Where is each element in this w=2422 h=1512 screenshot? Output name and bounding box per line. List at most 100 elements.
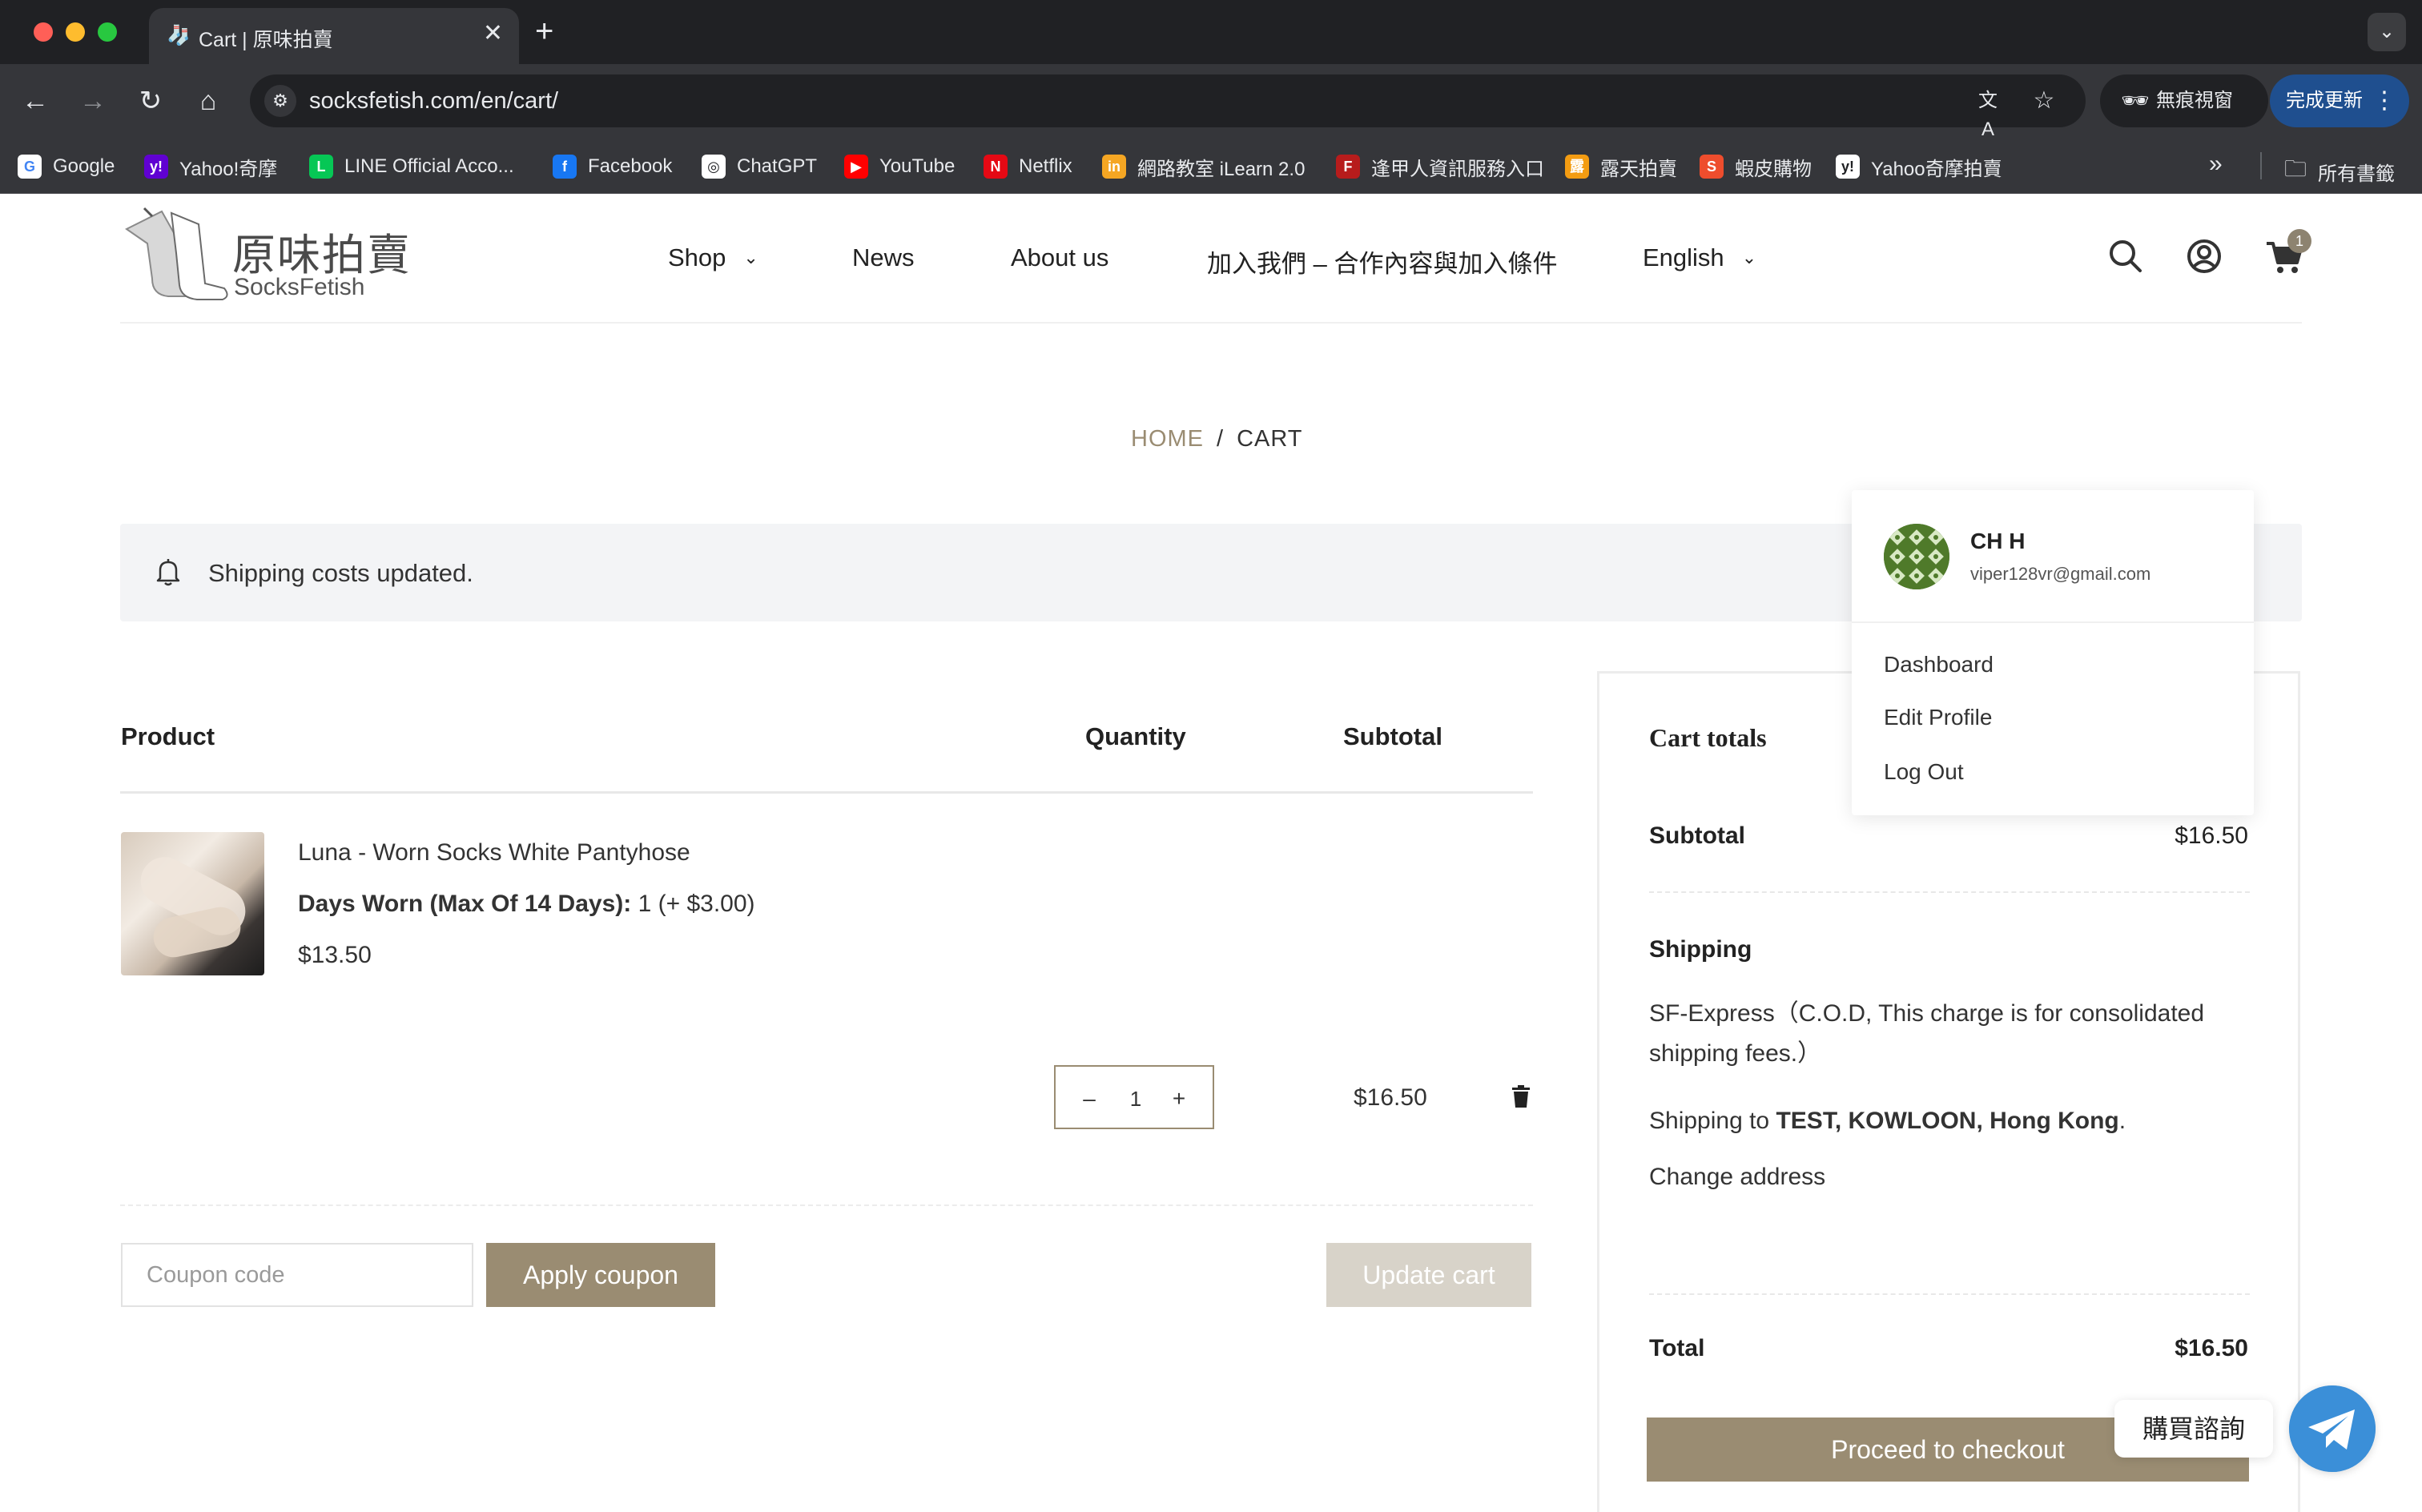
bookmark-item[interactable]: L LINE Official Acco... — [309, 154, 514, 179]
menu-item-dashboard[interactable]: Dashboard — [1884, 652, 1994, 678]
quantity-stepper: – 1 + — [1054, 1065, 1214, 1129]
bookmarks-bar: » 🗀 所有書籤 G Google y! Yahoo!奇摩 L LINE Official… — [0, 138, 2422, 194]
bookmark-label: Facebook — [588, 155, 673, 177]
quantity-input[interactable]: 1 — [1104, 1083, 1168, 1115]
browser-toolbar: ← → ↻ ⌂ ⚙ socksfetish.com/en/cart/ 文A ☆ … — [0, 64, 2422, 140]
shipping-to-prefix: Shipping to — [1649, 1108, 1770, 1134]
search-icon[interactable] — [2106, 237, 2145, 275]
breadcrumb-home[interactable]: HOME — [1131, 426, 1204, 452]
shipping-destination: Shipping to TEST, KOWLOON, Hong Kong. — [1649, 1108, 2126, 1135]
line-icon: L — [309, 155, 333, 179]
bookmark-item[interactable]: f Facebook — [553, 154, 672, 179]
bookmark-label: YouTube — [879, 155, 956, 177]
ilearn-icon: in — [1102, 155, 1126, 179]
menu-item-edit-profile[interactable]: Edit Profile — [1884, 705, 1992, 730]
account-icon[interactable] — [2185, 237, 2223, 275]
more-bookmarks-icon[interactable]: » — [2209, 151, 2223, 178]
tab-search-button[interactable]: ⌄ — [2368, 13, 2406, 51]
url-text[interactable]: socksfetish.com/en/cart/ — [309, 88, 558, 115]
bookmark-label: Yahoo!奇摩 — [179, 158, 278, 180]
incognito-button[interactable]: 🕶 無痕視窗 — [2100, 74, 2268, 127]
shipping-method: SF-Express（C.O.D, This charge is for con… — [1649, 1000, 2205, 1067]
subtotal-label: Subtotal — [1649, 822, 1745, 849]
ruten-icon: 露 — [1565, 155, 1589, 179]
trash-icon[interactable] — [1511, 1084, 1531, 1108]
update-cart-button[interactable]: Update cart — [1326, 1243, 1531, 1307]
netflix-icon: N — [984, 155, 1008, 179]
shopee-icon: S — [1700, 155, 1724, 179]
tab-close-icon[interactable]: ✕ — [483, 21, 503, 46]
browser-tab-active[interactable]: 🧦 Cart | 原味拍賣 ✕ — [149, 8, 519, 64]
bookmark-item[interactable]: y! Yahoo奇摩拍賣 — [1836, 154, 2002, 180]
home-button[interactable]: ⌂ — [191, 83, 226, 119]
folder-icon: 🗀 — [2284, 156, 2307, 181]
cart-count-badge: 1 — [2287, 229, 2311, 253]
bookmark-item[interactable]: S 蝦皮購物 — [1700, 154, 1812, 180]
youtube-icon: ▶ — [844, 155, 868, 179]
window-maximize-button[interactable] — [98, 22, 117, 42]
window-close-button[interactable] — [34, 22, 53, 42]
nav-join-us[interactable]: 加入我們 – 合作內容與加入條件 — [1207, 243, 1557, 279]
product-name-link[interactable]: Luna - Worn Socks White Pantyhose — [298, 839, 690, 867]
forward-button[interactable]: → — [75, 83, 111, 119]
bookmark-star-icon[interactable]: ☆ — [2030, 86, 2058, 115]
product-variation: Days Worn (Max Of 14 Days): 1 (+ $3.00) — [298, 891, 755, 918]
bookmark-label: 網路教室 iLearn 2.0 — [1137, 158, 1306, 180]
nav-about-us[interactable]: About us — [1011, 243, 1108, 272]
product-thumbnail[interactable] — [121, 832, 264, 975]
bookmark-item[interactable]: in 網路教室 iLearn 2.0 — [1102, 154, 1306, 180]
total-label: Total — [1649, 1335, 1705, 1361]
breadcrumb: HOME / CART — [1131, 426, 1302, 452]
bookmark-item[interactable]: ◎ ChatGPT — [702, 154, 817, 179]
language-label: English — [1643, 243, 1724, 271]
bookmark-item[interactable]: G Google — [18, 154, 115, 179]
address-bar[interactable]: ⚙ socksfetish.com/en/cart/ 文A ☆ — [250, 74, 2086, 140]
bookmark-label: Netflix — [1019, 155, 1072, 177]
window-minimize-button[interactable] — [66, 22, 85, 42]
shipping-address: TEST, KOWLOON, Hong Kong — [1776, 1108, 2119, 1134]
fcu-icon: F — [1336, 155, 1360, 179]
totals-divider — [1649, 891, 2250, 893]
nav-shop-label: Shop — [668, 243, 726, 271]
chat-label[interactable]: 購買諮詢 — [2114, 1400, 2273, 1458]
menu-item-log-out[interactable]: Log Out — [1884, 759, 1964, 785]
quantity-increase-button[interactable]: + — [1163, 1083, 1195, 1115]
new-tab-button[interactable]: + — [535, 11, 553, 51]
cart-totals-title: Cart totals — [1649, 723, 1767, 752]
column-header-quantity: Quantity — [1085, 722, 1186, 750]
bookmark-label: ChatGPT — [737, 155, 818, 177]
nav-news[interactable]: News — [852, 243, 915, 272]
nav-language[interactable]: English ⌄ — [1643, 243, 1756, 272]
logo-english-text: SocksFetish — [234, 274, 365, 300]
apply-coupon-button[interactable]: Apply coupon — [486, 1243, 715, 1307]
reload-button[interactable]: ↻ — [133, 83, 168, 119]
bookmark-item[interactable]: F 逢甲人資訊服務入口 — [1336, 154, 1544, 180]
more-menu-icon: ⋮ — [2372, 87, 2396, 114]
account-name: CH H — [1970, 529, 2026, 553]
site-logo[interactable]: 原味拍賣 SocksFetish — [120, 205, 410, 308]
bookmark-label: 蝦皮購物 — [1735, 158, 1812, 180]
bookmark-label: 逢甲人資訊服務入口 — [1371, 158, 1544, 180]
shipping-label: Shipping — [1649, 936, 1752, 963]
bookmarks-divider — [2260, 152, 2262, 179]
translate-icon[interactable]: 文A — [1973, 86, 2002, 140]
breadcrumb-separator: / — [1217, 426, 1225, 452]
site-info-icon[interactable]: ⚙ — [264, 85, 296, 117]
facebook-icon: f — [553, 155, 577, 179]
bell-icon — [156, 559, 180, 586]
bookmark-item[interactable]: 露露天拍賣 — [1565, 154, 1677, 180]
bookmark-label: Google — [53, 155, 115, 177]
change-address-link[interactable]: Change address — [1649, 1164, 1825, 1191]
quantity-decrease-button[interactable]: – — [1073, 1083, 1105, 1115]
yahoo-auction-icon: y! — [1836, 155, 1860, 179]
back-button[interactable]: ← — [18, 83, 53, 119]
nav-shop[interactable]: Shop ⌄ — [668, 243, 758, 272]
bookmark-item[interactable]: N Netflix — [984, 154, 1072, 179]
telegram-icon[interactable] — [2289, 1385, 2376, 1472]
bookmark-item[interactable]: y! Yahoo!奇摩 — [144, 154, 278, 180]
bookmark-item[interactable]: ▶ YouTube — [844, 154, 955, 179]
avatar[interactable] — [1884, 524, 1949, 589]
coupon-code-input[interactable] — [121, 1243, 473, 1307]
update-button[interactable]: 完成更新 ⋮ — [2270, 74, 2409, 127]
all-bookmarks-folder[interactable]: 🗀 所有書籤 — [2284, 152, 2395, 191]
